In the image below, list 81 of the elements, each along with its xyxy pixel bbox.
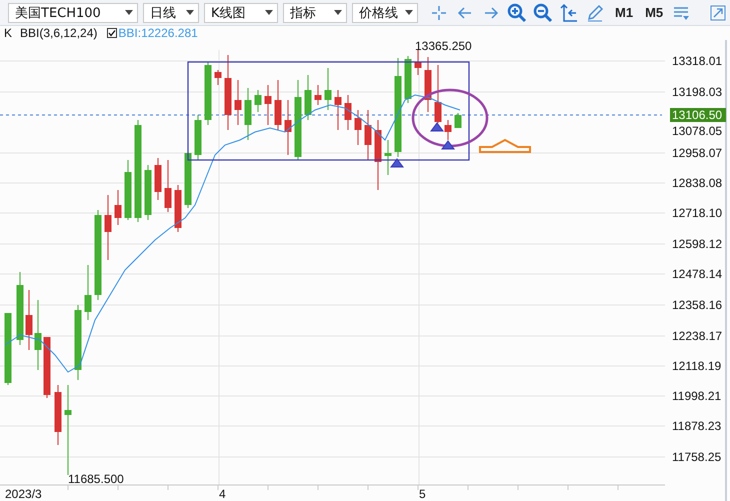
axis-label: 11878.23 [672,419,722,433]
candlestick [264,84,272,126]
candlestick [214,70,222,86]
axis-label: 12598.12 [672,237,722,251]
dropdown[interactable]: 美国TECH100 [8,2,138,22]
candlestick [414,50,422,76]
axis-label: 12118.19 [672,359,722,373]
expand-icon[interactable] [710,4,726,20]
indicator-value: BBI:12226.281 [118,26,198,40]
candlestick [384,140,392,176]
candlestick [284,100,292,156]
date-label: 4 [219,487,226,501]
candlestick [84,264,92,320]
candlestick [144,164,152,220]
candlestick [314,84,322,106]
candlestick [244,88,252,140]
indicator-label: BBI(3,6,12,24) [20,26,98,40]
candlestick [154,158,162,200]
dropdown[interactable]: 价格线 [352,2,418,22]
candlestick [164,160,172,212]
zoom-in-icon[interactable] [507,2,527,22]
current-price-tag: 13106.50 [670,108,726,122]
axis-icon[interactable] [559,2,579,22]
zoom-out-icon[interactable] [533,2,553,22]
candlestick [124,160,132,220]
triangle-marker [441,140,455,150]
dropdown[interactable]: K线图 [204,2,278,22]
caret-icon [334,10,342,15]
candlestick [444,120,452,140]
candlestick [404,56,412,104]
checkbox[interactable] [107,28,118,38]
axis-label: 11758.25 [672,450,722,464]
candlestick [204,62,212,126]
dropdown[interactable]: 指标 [283,2,347,22]
period-button[interactable]: M1 [613,5,636,20]
axis-label: 12958.07 [672,146,722,160]
high-price-label: 13365.250 [415,40,472,53]
candlestick [54,384,62,446]
triangle-marker [390,158,404,168]
candlestick [34,300,42,370]
candlestick [454,112,462,128]
candlestick [374,120,382,190]
caret-icon [265,10,273,15]
candlestick [114,190,122,226]
axis-label: 12838.08 [672,176,722,190]
candlestick [26,290,32,350]
candlestick [304,74,312,120]
date-label: 5 [419,487,426,501]
candlestick [44,336,50,398]
triangle-marker [430,122,444,132]
candlestick [194,114,202,160]
candlestick [234,80,242,126]
candlestick [254,90,262,112]
candlestick [364,110,372,160]
axis-label: 12358.16 [672,298,722,312]
candlestick [334,90,342,130]
axis-label: 12478.14 [672,267,722,281]
candlestick [344,94,352,130]
low-price-label: 11685.500 [68,472,124,486]
axis-label: 12238.17 [672,329,722,343]
candlestick [274,80,282,130]
axis-label: 13198.03 [672,85,722,99]
series-label: K [4,26,12,40]
candlestick [174,184,182,232]
caret-icon [186,10,194,15]
candlestick [324,68,332,110]
candlestick [354,110,362,146]
pencil-icon[interactable] [585,2,605,22]
caret-icon [125,10,133,15]
period-button[interactable]: M5 [643,5,666,20]
candlestick [424,56,432,112]
up-arrow-annotation [479,138,531,153]
date-label: 2023/3 [5,487,42,501]
axis-label: 13318.01 [672,54,722,68]
dropdown[interactable]: 日线 [143,2,199,22]
candlestick [434,64,442,124]
axis-label: 12718.10 [672,206,722,220]
axis-label: 11998.21 [672,389,722,403]
caret-icon [405,10,413,15]
axis-label: 13078.05 [672,124,722,138]
candlestick [104,194,112,260]
